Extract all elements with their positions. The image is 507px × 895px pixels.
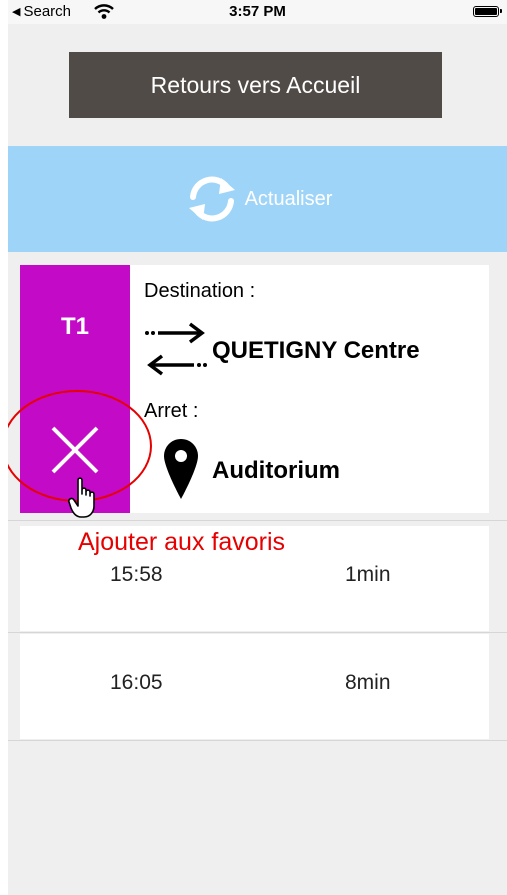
line-code: T1 xyxy=(60,313,89,340)
divider xyxy=(8,740,507,741)
refresh-button[interactable]: Actualiser xyxy=(8,146,507,252)
status-time: 3:57 PM xyxy=(229,3,286,20)
refresh-label: Actualiser xyxy=(244,187,333,210)
swap-arrows-icon xyxy=(145,322,207,376)
departure-delay: 1min xyxy=(345,563,391,586)
departure-time: 15:58 xyxy=(110,563,163,586)
refresh-icon xyxy=(188,176,235,222)
departure-row: 16:05 8min xyxy=(20,634,489,739)
destination-label: Destination : xyxy=(144,280,256,302)
departure-time: 16:05 xyxy=(110,671,163,694)
divider xyxy=(8,520,507,521)
battery-icon xyxy=(473,6,502,17)
stop-value: Auditorium xyxy=(212,457,340,484)
departure-delay: 8min xyxy=(345,671,391,694)
stop-label: Arret : xyxy=(144,400,199,422)
location-pin-icon xyxy=(164,439,198,499)
divider xyxy=(8,632,507,633)
back-to-home-button[interactable]: Retours vers Accueil xyxy=(69,52,442,118)
status-bar: ◀ Search 3:57 PM xyxy=(8,0,507,24)
pointer-hand-icon xyxy=(68,477,95,518)
destination-value: QUETIGNY Centre xyxy=(212,337,420,364)
add-to-favorites-annotation: Ajouter aux favoris xyxy=(78,528,286,556)
app-screen: ◀ Search 3:57 PM Retours vers Accueil Ac… xyxy=(8,0,507,895)
